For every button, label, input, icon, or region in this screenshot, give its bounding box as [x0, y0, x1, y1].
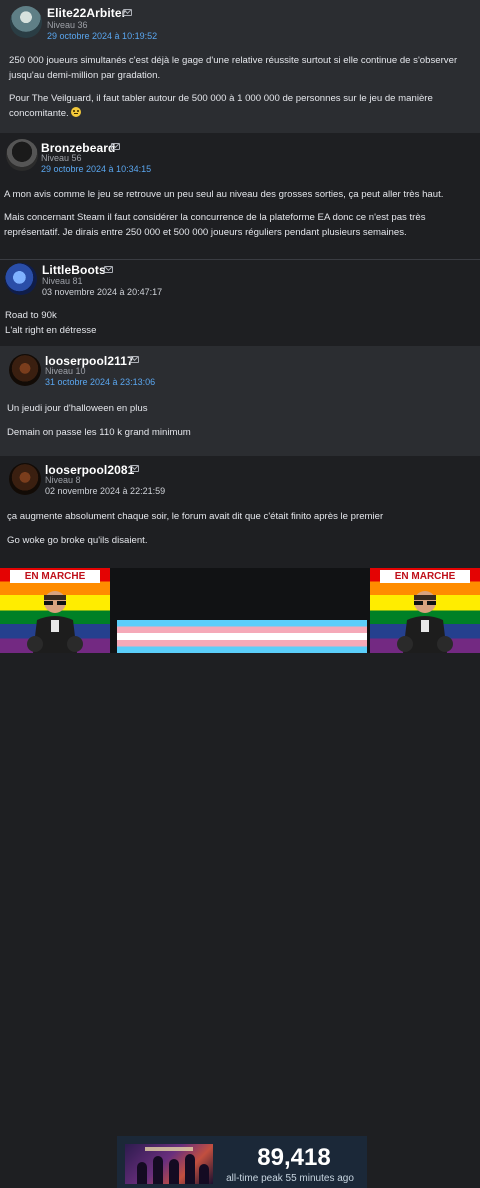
quoted-post-looserpool2117: looserpool2117 Niveau 10 31 octobre 2024… [0, 346, 480, 456]
post-littleboots: LittleBoots Niveau 81 03 novembre 2024 à… [0, 260, 480, 346]
post-level: Niveau 56 [41, 153, 82, 163]
en-marche-label: EN MARCHE [380, 570, 470, 583]
en-marche-image-right: EN MARCHE [370, 568, 480, 653]
post-paragraph: Un jeudi jour d'halloween en plus [7, 403, 148, 414]
post-paragraph: Mais concernant Steam il faut considérer… [4, 212, 426, 238]
post-paragraph: Go woke go broke qu'ils disaient. [7, 535, 148, 546]
envelope-icon[interactable] [123, 9, 132, 16]
trans-flag-stripe [117, 620, 367, 653]
post-level: Niveau 8 [45, 475, 81, 485]
post-level: Niveau 10 [45, 366, 86, 376]
envelope-icon[interactable] [104, 266, 113, 273]
post-date[interactable]: 03 novembre 2024 à 20:47:17 [42, 287, 162, 297]
avatar[interactable] [5, 263, 37, 295]
post-paragraph: A mon avis comme le jeu se retrouve un p… [4, 189, 444, 200]
quoted-post-elite22arbiter: Elite22Arbiter Niveau 36 29 octobre 2024… [0, 0, 480, 133]
post-username[interactable]: Elite22Arbiter [47, 6, 126, 20]
envelope-icon[interactable] [130, 356, 139, 363]
post-date-link[interactable]: 29 octobre 2024 à 10:34:15 [41, 164, 151, 174]
post-date-link[interactable]: 29 octobre 2024 à 10:19:52 [47, 31, 157, 41]
signature-banner: EN MARCHE 89,418 all-time peak 55 minute… [0, 568, 480, 1188]
smiley-emoji-icon [70, 107, 81, 117]
post-date-link[interactable]: 31 octobre 2024 à 23:13:06 [45, 377, 155, 387]
post-paragraph: Demain on passe les 110 k grand minimum [7, 427, 191, 438]
avatar[interactable] [10, 6, 42, 38]
avatar[interactable] [9, 463, 41, 495]
post-paragraph: 250 000 joueurs simultanés c'est déjà le… [9, 55, 458, 81]
avatar[interactable] [9, 354, 41, 386]
post-date[interactable]: 02 novembre 2024 à 22:21:59 [45, 486, 165, 496]
post-bronzebeard: Bronzebeard Niveau 56 29 octobre 2024 à … [0, 133, 480, 259]
post-paragraph: ça augmente absolument chaque soir, le f… [7, 511, 384, 522]
post-paragraph: Pour The Veilguard, il faut tabler autou… [9, 93, 433, 119]
avatar[interactable] [6, 139, 38, 171]
post-looserpool2081: looserpool2081 Niveau 8 02 novembre 2024… [0, 456, 480, 568]
post-paragraph: Road to 90k [5, 310, 57, 321]
post-paragraph: L'alt right en détresse [5, 325, 97, 336]
game-thumbnail [125, 1144, 213, 1184]
player-count: 89,418 [257, 1144, 331, 1171]
envelope-icon[interactable] [111, 143, 120, 150]
post-username[interactable]: LittleBoots [42, 263, 106, 277]
en-marche-label: EN MARCHE [10, 570, 100, 583]
peak-label: all-time peak 55 minutes ago [226, 1173, 354, 1184]
post-level: Niveau 81 [42, 276, 83, 286]
envelope-icon[interactable] [130, 465, 139, 472]
post-level: Niveau 36 [47, 20, 88, 30]
steam-player-count-widget: 89,418 all-time peak 55 minutes ago [117, 1136, 367, 1188]
en-marche-image-left: EN MARCHE [0, 568, 110, 653]
